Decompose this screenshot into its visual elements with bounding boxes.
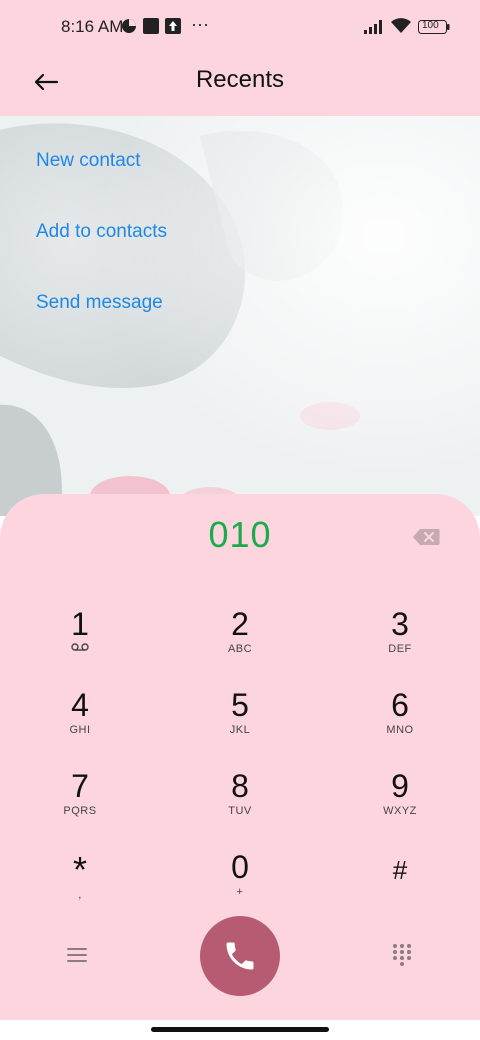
key-digit: # <box>392 855 408 885</box>
key-digit: 8 <box>231 768 249 804</box>
call-button[interactable] <box>200 916 280 996</box>
key-digit: 7 <box>71 768 89 804</box>
key-3[interactable]: 3 DEF <box>340 606 460 676</box>
key-digit: 3 <box>391 606 409 642</box>
key-8[interactable]: 8 TUV <box>180 768 300 838</box>
key-6[interactable]: 6 MNO <box>340 687 460 757</box>
key-letters: MNO <box>386 724 414 736</box>
wallpaper-scene <box>0 116 480 516</box>
page-title: Recents <box>195 66 285 93</box>
key-1[interactable]: 1 <box>20 606 140 676</box>
dialpad-sheet: 010 1 2 ABC 3 DEF 4 GHI 5 JKL 6 MNO 7 PQ… <box>0 494 480 1020</box>
battery-icon: 100 <box>418 20 450 39</box>
key-digit: 4 <box>71 687 89 723</box>
key-letters: PQRS <box>63 805 97 817</box>
status-time: 8:16 AM <box>61 17 124 36</box>
key-digit: 9 <box>391 768 409 804</box>
key-star[interactable]: * , <box>20 852 140 922</box>
home-indicator[interactable] <box>151 1027 329 1032</box>
key-letters: GHI <box>69 724 91 736</box>
key-letters: WXYZ <box>383 805 417 817</box>
add-to-contacts-link[interactable]: Add to contacts <box>36 221 167 243</box>
key-digit: 5 <box>231 687 249 723</box>
top-bar: 8:16 AM ··· 100 Recents <box>0 0 480 116</box>
key-digit: 0 <box>231 849 249 885</box>
key-letters: TUV <box>228 805 252 817</box>
key-9[interactable]: 9 WXYZ <box>340 768 460 838</box>
key-hash[interactable]: # <box>340 852 460 922</box>
battery-level: 100 <box>422 20 439 31</box>
key-letters: , <box>78 889 82 901</box>
backspace-icon <box>413 529 440 545</box>
voicemail-icon <box>20 642 140 656</box>
key-digit: 2 <box>231 606 249 642</box>
key-7[interactable]: 7 PQRS <box>20 768 140 838</box>
keypad-toggle-button[interactable] <box>392 943 412 972</box>
key-letters: + <box>236 886 244 898</box>
dialpad-icon <box>393 944 411 966</box>
send-message-link[interactable]: Send message <box>36 292 163 314</box>
system-navigation-bar <box>0 1020 480 1040</box>
key-letters: JKL <box>229 724 251 736</box>
menu-icon <box>67 948 87 962</box>
key-letters: DEF <box>388 643 412 655</box>
wifi-icon <box>390 18 412 39</box>
dialed-number[interactable]: 010 <box>0 514 480 556</box>
new-contact-link[interactable]: New contact <box>36 150 141 172</box>
phone-icon <box>226 942 254 970</box>
status-bar: 8:16 AM ··· 100 <box>0 0 480 56</box>
key-5[interactable]: 5 JKL <box>180 687 300 757</box>
signal-icon <box>364 20 386 39</box>
key-0[interactable]: 0 + <box>180 849 300 919</box>
lotus-wallpaper-image <box>0 116 480 516</box>
key-4[interactable]: 4 GHI <box>20 687 140 757</box>
backspace-button[interactable] <box>412 528 442 548</box>
square-notification-icon <box>143 18 159 39</box>
upload-notification-icon <box>165 18 181 39</box>
key-digit: 1 <box>71 606 89 642</box>
more-notifications-icon: ··· <box>191 14 209 34</box>
menu-button[interactable] <box>66 946 88 969</box>
data-saver-icon <box>121 18 137 39</box>
key-digit: 6 <box>391 687 409 723</box>
key-letters: ABC <box>227 643 253 655</box>
key-2[interactable]: 2 ABC <box>180 606 300 676</box>
key-digit: * <box>72 849 87 890</box>
